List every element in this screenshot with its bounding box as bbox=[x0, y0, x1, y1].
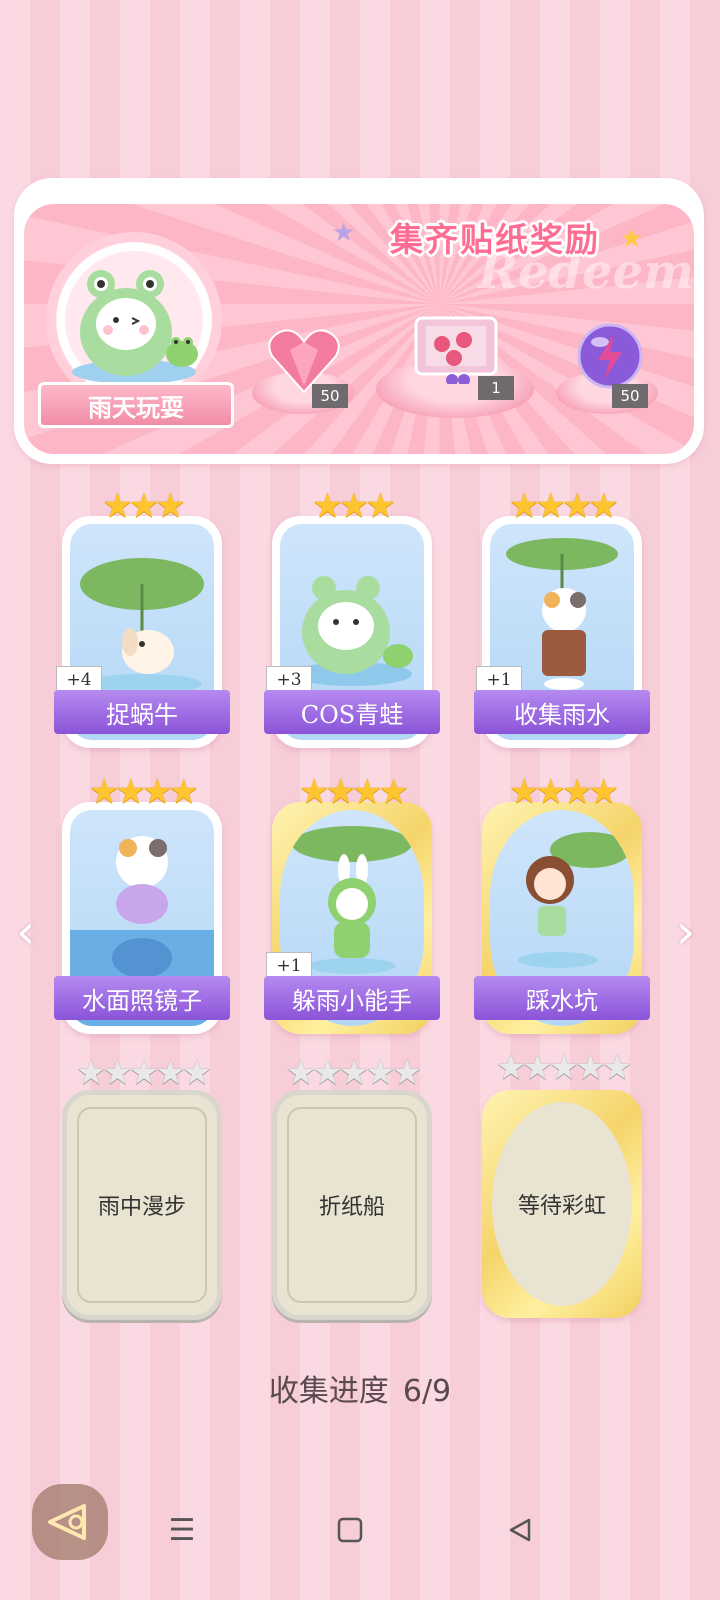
star-rating: ★★★ bbox=[312, 486, 395, 526]
star-rating: ★★★★ bbox=[509, 486, 619, 526]
prev-page-arrow[interactable]: ‹ bbox=[16, 904, 35, 960]
progress-value: 6/9 bbox=[402, 1374, 452, 1409]
star-rating: ★★★ bbox=[102, 486, 185, 526]
sticker-name: 躲雨小能手 bbox=[264, 976, 440, 1020]
star-rating: ★★★★★ bbox=[285, 1053, 422, 1093]
banner-title: 集齐贴纸奖励 bbox=[390, 220, 600, 259]
sticker-name: 收集雨水 bbox=[474, 690, 650, 734]
star-rating: ★★★★★ bbox=[495, 1048, 632, 1088]
locked-sticker-card[interactable]: ★★★★★ 雨中漫步 bbox=[62, 1055, 222, 1320]
sticker-name: 等待彩虹 bbox=[517, 1194, 606, 1219]
sticker-card[interactable]: ★★★★ 踩水坑 bbox=[474, 774, 650, 1034]
locked-sticker-card[interactable]: ★★★★★ 折纸船 bbox=[272, 1055, 432, 1320]
next-page-arrow[interactable]: › bbox=[676, 904, 695, 960]
sticker-name: COS青蛙 bbox=[264, 690, 440, 734]
back-nav-icon[interactable] bbox=[490, 1500, 550, 1560]
sticker-name: 水面照镜子 bbox=[54, 976, 230, 1020]
locked-sticker-card[interactable]: ★★★★★ 等待彩虹 bbox=[482, 1050, 642, 1318]
menu-icon[interactable]: ☰ bbox=[152, 1500, 212, 1560]
theme-name-label: 雨天玩耍 bbox=[38, 382, 234, 428]
star-rating: ★★★★ bbox=[509, 772, 619, 812]
sticker-name: 捉蜗牛 bbox=[54, 690, 230, 734]
sticker-card[interactable]: ★★★ +3 COS青蛙 bbox=[264, 488, 440, 748]
banner-title-wrap: 集齐贴纸奖励 bbox=[360, 212, 630, 262]
star-rating: ★★★★★ bbox=[75, 1053, 212, 1093]
sticker-card[interactable]: ★★★★ +1 躲雨小能手 bbox=[264, 774, 440, 1034]
star-rating: ★★★★ bbox=[89, 772, 199, 812]
home-icon[interactable] bbox=[320, 1500, 380, 1560]
sparkle-star-icon: ★ bbox=[332, 218, 356, 248]
sticker-name: 雨中漫步 bbox=[97, 1195, 186, 1220]
lightning-orb-icon[interactable] bbox=[576, 322, 644, 390]
progress-label: 收集进度 bbox=[268, 1374, 389, 1409]
sticker-card[interactable]: ★★★ +4 捉蜗牛 bbox=[54, 488, 230, 748]
sticker-card[interactable]: ★★★★ 水面照镜子 bbox=[54, 774, 230, 1034]
star-rating: ★★★★ bbox=[299, 772, 409, 812]
system-navigation-bar: ☰ bbox=[0, 1500, 720, 1560]
collection-progress: 收集进度 6/9 bbox=[0, 1366, 720, 1410]
sticker-name: 折纸船 bbox=[318, 1195, 385, 1220]
reward-count-badge: 50 bbox=[312, 384, 348, 408]
reward-count-badge: 1 bbox=[478, 376, 514, 400]
sticker-card[interactable]: ★★★★ +1 收集雨水 bbox=[474, 488, 650, 748]
sticker-name: 踩水坑 bbox=[474, 976, 650, 1020]
gift-box-icon[interactable] bbox=[408, 300, 504, 384]
reward-count-badge: 50 bbox=[612, 384, 648, 408]
